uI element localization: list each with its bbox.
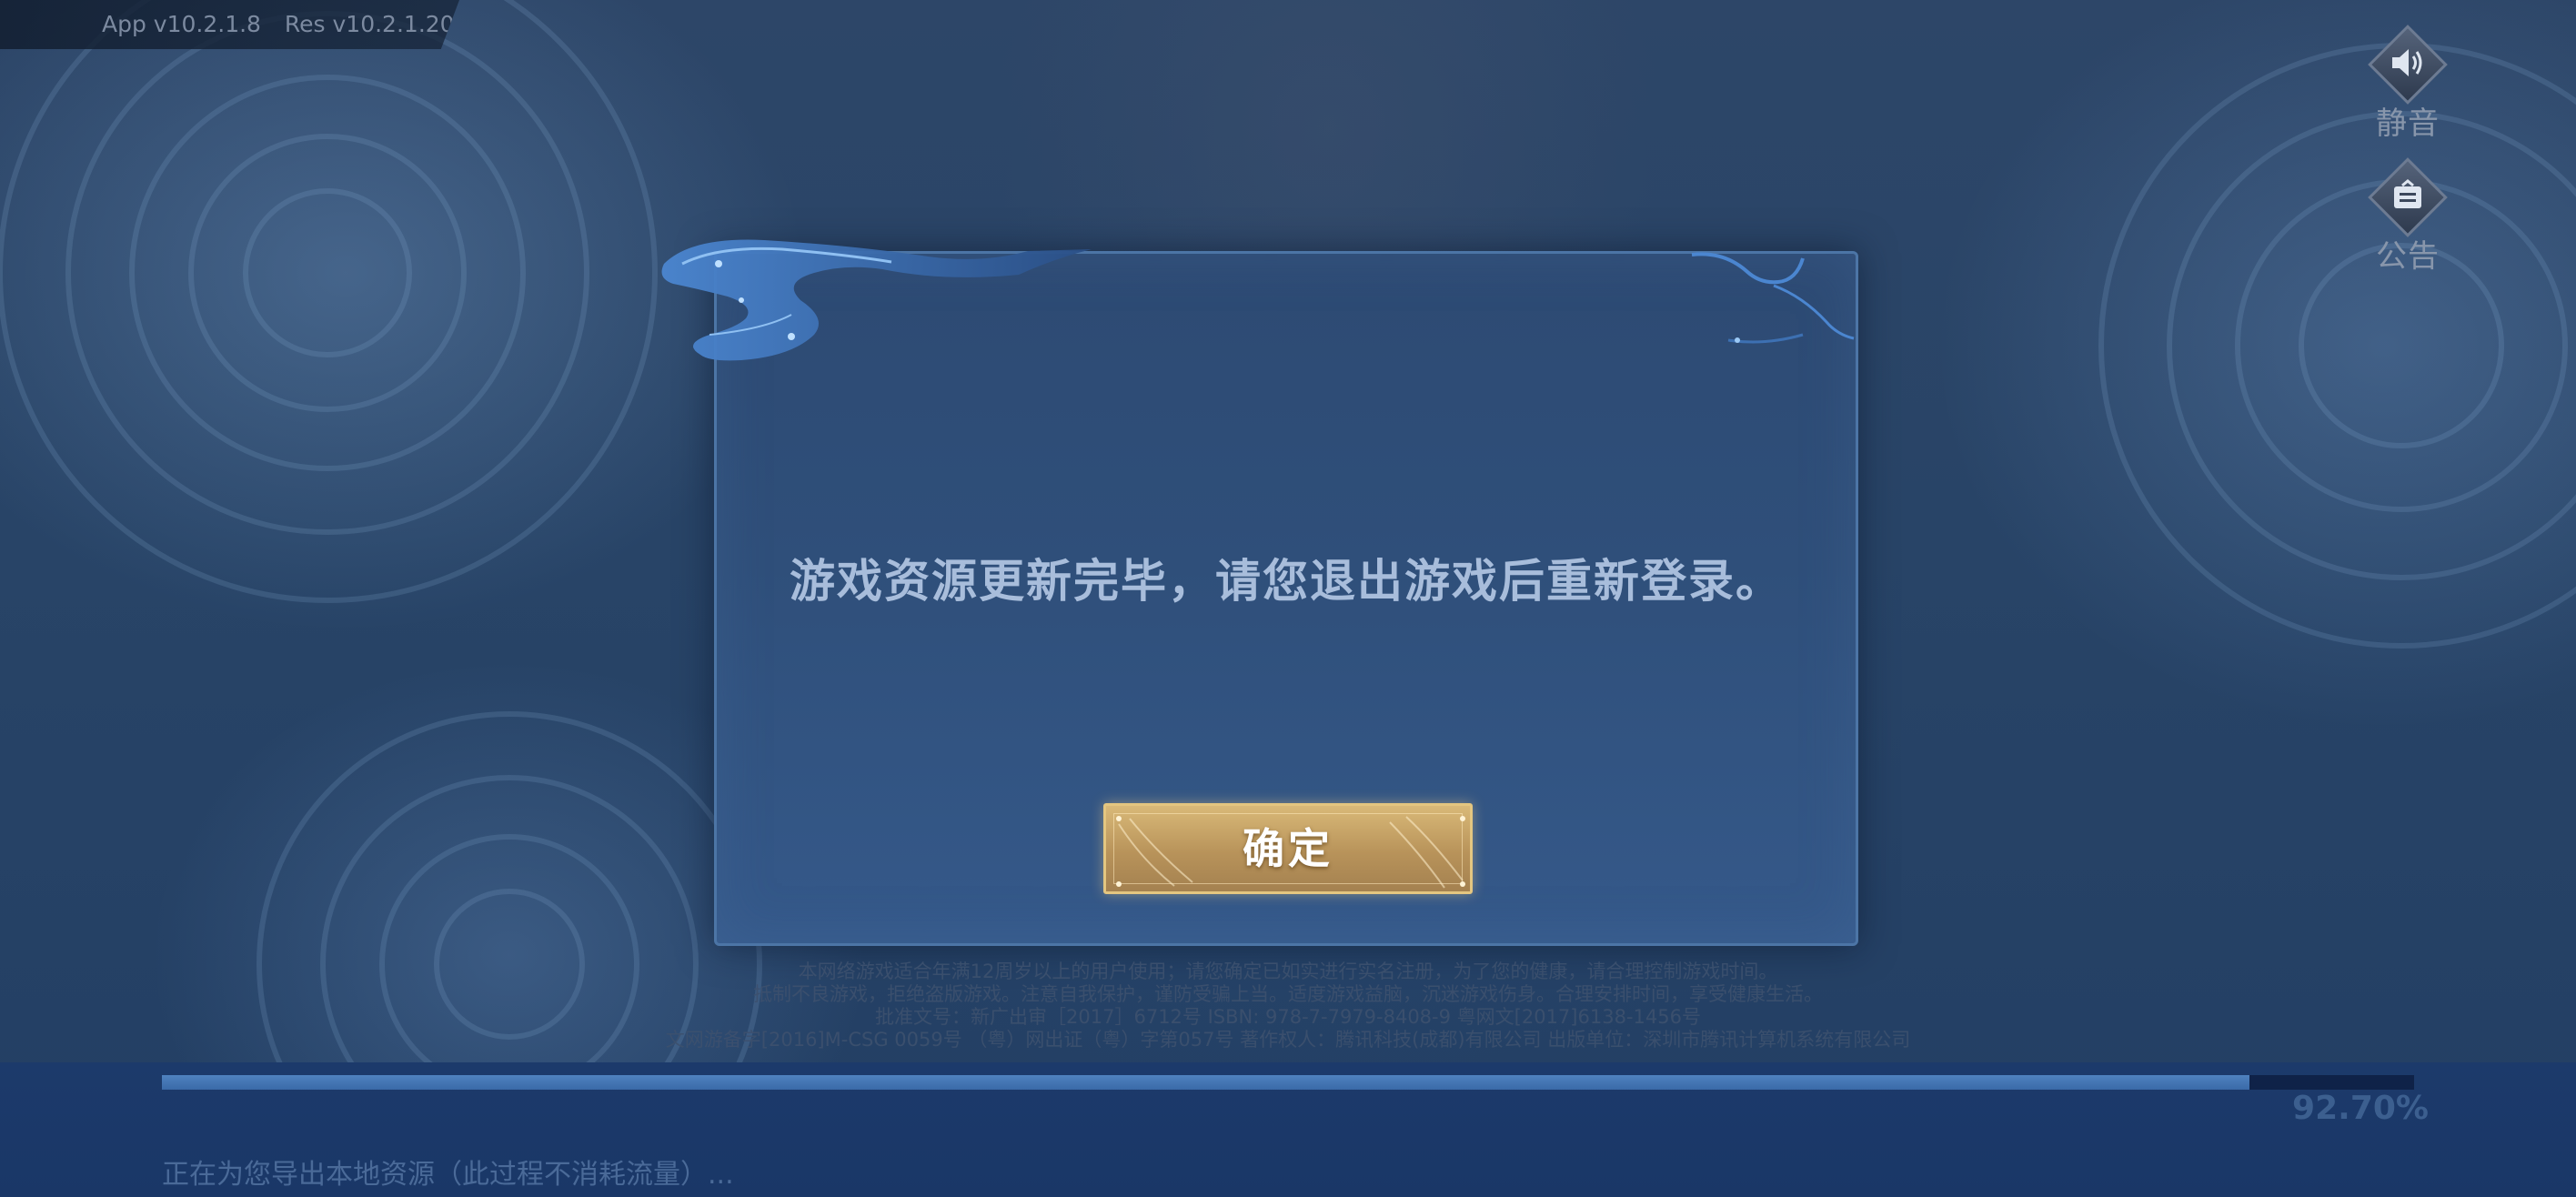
res-version: Res v10.2.1.20 [284, 11, 455, 37]
mute-button[interactable]: 静音 [2353, 25, 2462, 143]
notice-board-icon [2390, 179, 2426, 216]
notice-label: 公告 [2376, 238, 2440, 275]
app-version: App v10.2.1.8 [102, 11, 261, 37]
confirm-button[interactable]: 确定 [1103, 803, 1473, 894]
disclaimer-line: 批准文号：新广出审［2017］6712号 ISBN: 978-7-7979-84… [875, 1006, 1701, 1028]
disclaimer-line: 文网游备字[2016]M-CSG 0059号 （粤）网出证（粤）字第057号 著… [665, 1029, 1911, 1051]
speaker-icon [2390, 46, 2426, 83]
progress-bar [162, 1075, 2414, 1090]
disclaimer: 本网络游戏适合年满12周岁以上的用户使用；请您确定已如实进行实名注册，为了您的健… [0, 961, 2576, 1051]
notice-button[interactable]: 公告 [2353, 157, 2462, 276]
version-tag: App v10.2.1.8 Res v10.2.1.20 [0, 0, 459, 49]
dialog-message: 游戏资源更新完毕，请您退出游戏后重新登录。 [790, 555, 1783, 608]
disclaimer-line: 本网络游戏适合年满12周岁以上的用户使用；请您确定已如实进行实名注册，为了您的健… [798, 961, 1778, 982]
confirm-label: 确定 [1243, 824, 1333, 873]
dialog-ornament [661, 239, 1855, 361]
disclaimer-line: 抵制不良游戏，拒绝盗版游戏。注意自我保护，谨防受骗上当。适度游戏益脑，沉迷游戏伤… [753, 983, 1823, 1005]
mute-label: 静音 [2376, 106, 2440, 142]
progress-percent: 92.70% [2292, 1090, 2429, 1127]
progress-fill [162, 1075, 2250, 1090]
status-text: 正在为您导出本地资源（此过程不消耗流量）... [162, 1159, 734, 1191]
